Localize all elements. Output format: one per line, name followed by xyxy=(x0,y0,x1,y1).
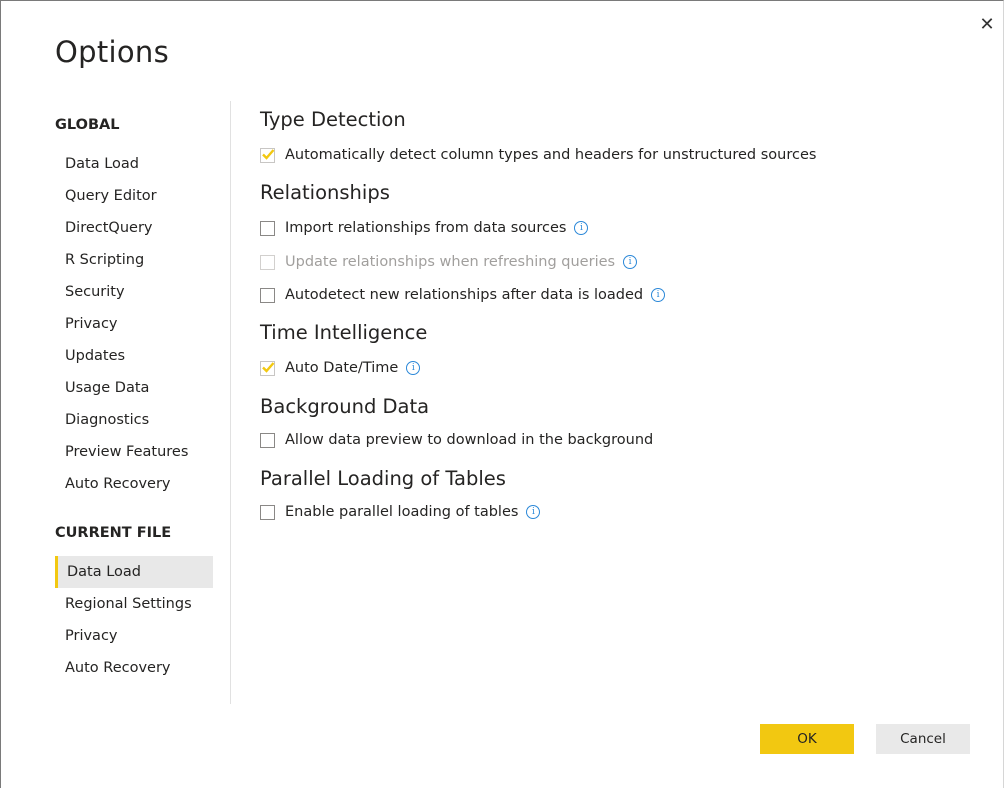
sidebar-item-diagnostics[interactable]: Diagnostics xyxy=(55,404,213,436)
checkbox-update-relationships xyxy=(260,254,275,270)
option-label: Enable parallel loading of tables xyxy=(285,504,519,520)
info-icon[interactable]: i xyxy=(623,255,638,269)
option-allow-data-preview: Allow data preview to download in the ba… xyxy=(260,429,653,451)
option-label: Autodetect new relationships after data … xyxy=(285,287,644,303)
option-import-relationships: Import relationships from data sources i xyxy=(260,217,589,239)
info-icon[interactable]: i xyxy=(651,288,666,302)
checkbox-auto-date-time[interactable] xyxy=(260,360,275,376)
checkbox-detect-column-types[interactable] xyxy=(260,147,275,163)
section-heading-global: GLOBAL xyxy=(55,117,120,133)
sidebar-item-global-data-load[interactable]: Data Load xyxy=(55,148,213,180)
dialog-title: Options xyxy=(55,35,169,69)
sidebar-item-usage-data[interactable]: Usage Data xyxy=(55,372,213,404)
option-label: Automatically detect column types and he… xyxy=(285,147,817,163)
option-auto-date-time: Auto Date/Time i xyxy=(260,357,421,379)
option-update-relationships: Update relationships when refreshing que… xyxy=(260,251,638,273)
sidebar-item-regional-settings[interactable]: Regional Settings xyxy=(55,588,213,620)
option-label: Allow data preview to download in the ba… xyxy=(285,432,654,448)
sidebar-item-directquery[interactable]: DirectQuery xyxy=(55,212,213,244)
sidebar-item-query-editor[interactable]: Query Editor xyxy=(55,180,213,212)
sidebar-item-global-privacy[interactable]: Privacy xyxy=(55,308,213,340)
option-label: Import relationships from data sources xyxy=(285,220,567,236)
sidebar-item-preview-features[interactable]: Preview Features xyxy=(55,436,213,468)
sidebar: GLOBAL Data Load Query Editor DirectQuer… xyxy=(55,101,231,704)
sidebar-item-current-auto-recovery[interactable]: Auto Recovery xyxy=(55,652,213,684)
option-parallel-loading: Enable parallel loading of tables i xyxy=(260,501,541,523)
sidebar-item-r-scripting[interactable]: R Scripting xyxy=(55,244,213,276)
checkbox-autodetect-relationships[interactable] xyxy=(260,287,275,303)
ok-button[interactable]: OK xyxy=(760,724,854,754)
group-title-relationships: Relationships xyxy=(260,181,390,204)
group-title-parallel-loading: Parallel Loading of Tables xyxy=(260,467,506,490)
sidebar-item-security[interactable]: Security xyxy=(55,276,213,308)
checkbox-import-relationships[interactable] xyxy=(260,220,275,236)
group-title-background-data: Background Data xyxy=(260,395,430,418)
option-label: Auto Date/Time xyxy=(285,360,399,376)
info-icon[interactable]: i xyxy=(574,221,589,235)
checkmark-icon xyxy=(262,361,275,373)
checkmark-icon xyxy=(262,148,275,160)
checkbox-allow-data-preview[interactable] xyxy=(260,432,275,448)
info-icon[interactable]: i xyxy=(406,361,421,375)
cancel-button[interactable]: Cancel xyxy=(876,724,970,754)
close-icon[interactable]: ✕ xyxy=(977,15,997,35)
options-dialog: Options ✕ GLOBAL Data Load Query Editor … xyxy=(0,0,1004,788)
option-label: Update relationships when refreshing que… xyxy=(285,254,616,270)
section-heading-current-file: CURRENT FILE xyxy=(55,525,172,541)
sidebar-item-global-auto-recovery[interactable]: Auto Recovery xyxy=(55,468,213,500)
group-title-time-intelligence: Time Intelligence xyxy=(260,321,428,344)
sidebar-item-current-privacy[interactable]: Privacy xyxy=(55,620,213,652)
option-autodetect-relationships: Autodetect new relationships after data … xyxy=(260,284,666,306)
group-title-type-detection: Type Detection xyxy=(260,108,406,131)
info-icon[interactable]: i xyxy=(526,505,541,519)
sidebar-item-current-data-load[interactable]: Data Load xyxy=(55,556,213,588)
checkbox-parallel-loading[interactable] xyxy=(260,504,275,520)
option-detect-column-types: Automatically detect column types and he… xyxy=(260,144,816,166)
sidebar-item-updates[interactable]: Updates xyxy=(55,340,213,372)
